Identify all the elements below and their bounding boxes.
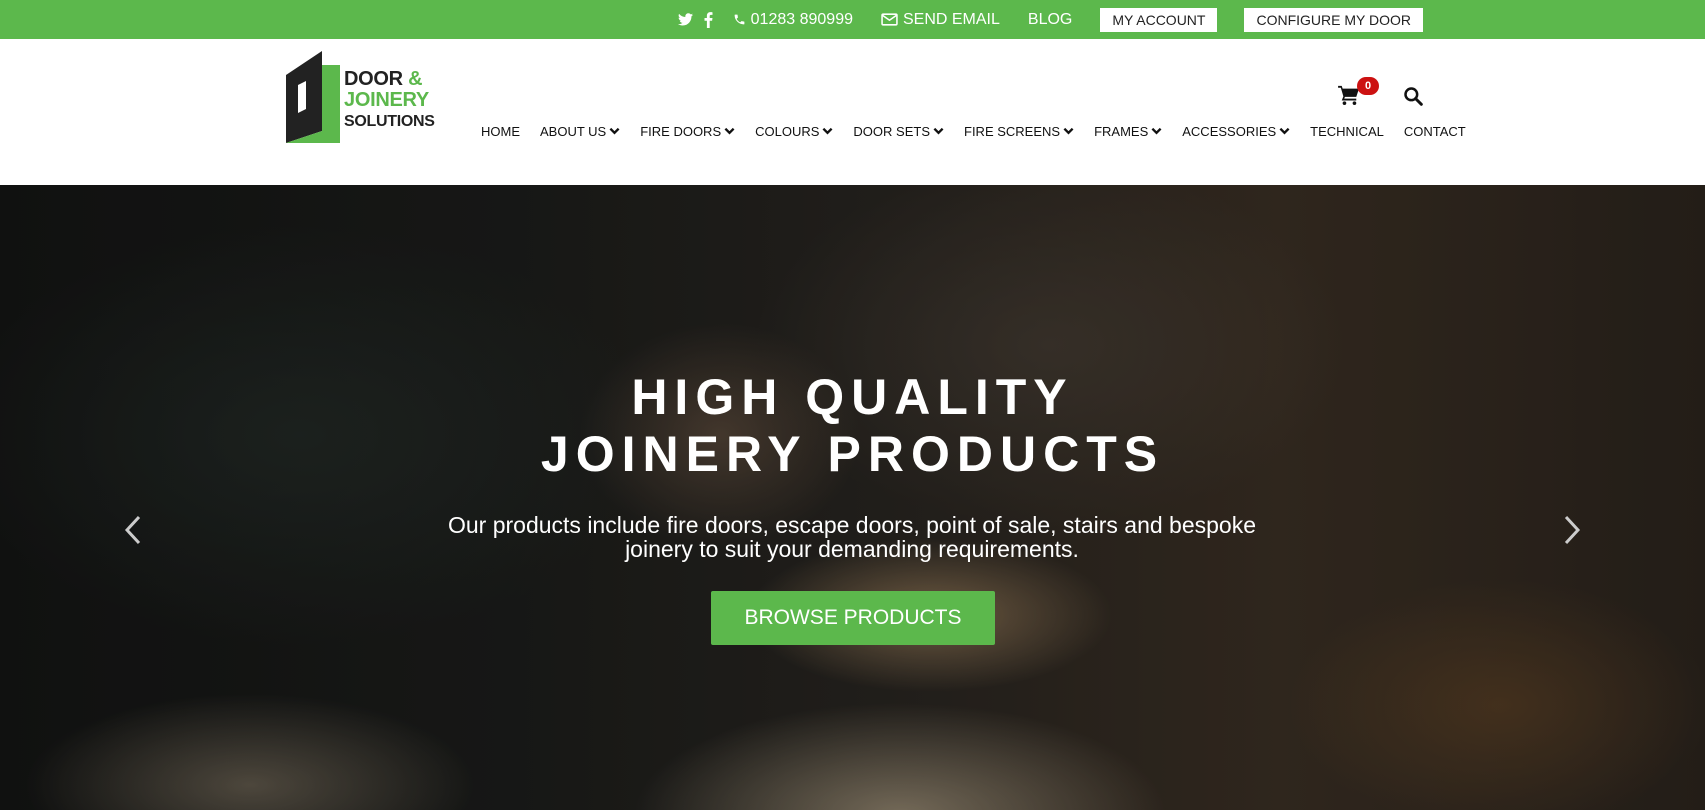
hero-background-image bbox=[0, 185, 1705, 810]
phone-link[interactable]: 01283 890999 bbox=[733, 11, 853, 29]
nav-item-about-us[interactable]: ABOUT US bbox=[540, 124, 620, 139]
nav-item-label: CONTACT bbox=[1403, 123, 1466, 139]
nav-item-label: HOME bbox=[481, 123, 520, 139]
configure-my-door-button[interactable]: CONFIGURE MY DOOR bbox=[1244, 7, 1423, 32]
chevron-down-icon bbox=[1276, 127, 1290, 135]
nav-item-colours[interactable]: COLOURS bbox=[755, 124, 833, 139]
facebook-icon[interactable] bbox=[704, 11, 713, 28]
hero-title-line2: JOINERY PRODUCTS bbox=[540, 426, 1165, 482]
search-button[interactable] bbox=[1403, 86, 1423, 106]
nav-item-fire-screens[interactable]: FIRE SCREENS bbox=[964, 124, 1074, 139]
logo-ampersand: & bbox=[408, 68, 423, 90]
send-email-label: SEND EMAIL bbox=[902, 10, 1000, 28]
nav-item-home[interactable]: HOME bbox=[481, 124, 520, 139]
logo-line3: SOLUTIONS bbox=[344, 113, 435, 130]
chevron-down-icon bbox=[1060, 127, 1074, 135]
hero-title: HIGH QUALITY JOINERY PRODUCTS bbox=[0, 369, 1705, 483]
slider-next-button[interactable] bbox=[1560, 513, 1584, 547]
chevron-down-icon bbox=[819, 127, 833, 135]
top-bar: 01283 890999 SEND EMAIL BLOG MY ACCOUNT … bbox=[0, 0, 1705, 39]
site-logo[interactable]: DOOR & JOINERY SOLUTIONS bbox=[284, 45, 446, 145]
browse-products-button[interactable]: BROWSE PRODUCTS bbox=[711, 591, 995, 645]
blog-label: BLOG bbox=[1027, 10, 1073, 28]
blog-link[interactable]: BLOG bbox=[1028, 11, 1072, 29]
hero-title-line1: HIGH QUALITY bbox=[631, 369, 1074, 425]
search-icon bbox=[1403, 86, 1423, 106]
twitter-icon[interactable] bbox=[677, 13, 693, 26]
logo-line2: JOINERY bbox=[344, 89, 429, 111]
cart-count-badge: 0 bbox=[1357, 77, 1379, 95]
nav-item-label: TECHNICAL bbox=[1310, 123, 1384, 139]
nav-item-door-sets[interactable]: DOOR SETS bbox=[853, 124, 944, 139]
chevron-down-icon bbox=[606, 127, 620, 135]
chevron-right-icon bbox=[1560, 513, 1584, 547]
main-nav: HOME ABOUT US FIRE DOORS COLOURS DOOR SETS FI… bbox=[481, 121, 1466, 141]
nav-item-contact[interactable]: CONTACT bbox=[1404, 124, 1466, 139]
slider-prev-button[interactable] bbox=[121, 513, 145, 547]
nav-item-accessories[interactable]: ACCESSORIES bbox=[1182, 124, 1290, 139]
chevron-down-icon bbox=[930, 127, 944, 135]
send-email-link[interactable]: SEND EMAIL bbox=[881, 11, 1000, 29]
nav-item-frames[interactable]: FRAMES bbox=[1094, 124, 1162, 139]
nav-item-label: FIRE DOORS bbox=[640, 123, 722, 139]
nav-item-label: DOOR SETS bbox=[853, 123, 930, 139]
my-account-button[interactable]: MY ACCOUNT bbox=[1100, 7, 1218, 32]
chevron-left-icon bbox=[121, 513, 145, 547]
chevron-down-icon bbox=[721, 127, 735, 135]
logo-text: DOOR & JOINERY SOLUTIONS bbox=[344, 69, 435, 132]
top-bar-links: 01283 890999 SEND EMAIL BLOG MY ACCOUNT … bbox=[677, 0, 1423, 39]
phone-number: 01283 890999 bbox=[750, 10, 853, 28]
nav-item-fire-doors[interactable]: FIRE DOORS bbox=[640, 124, 735, 139]
nav-item-technical[interactable]: TECHNICAL bbox=[1310, 124, 1384, 139]
chevron-down-icon bbox=[1148, 127, 1162, 135]
hero-slider: HIGH QUALITY JOINERY PRODUCTS Our produc… bbox=[0, 185, 1705, 810]
phone-icon bbox=[733, 13, 746, 26]
hero-subtitle: Our products include fire doors, escape … bbox=[402, 513, 1302, 561]
nav-item-label: FRAMES bbox=[1094, 123, 1149, 139]
hero-subtitle-line1: Our products include fire doors, escape … bbox=[447, 512, 1256, 538]
hero-subtitle-line2: joinery to suit your demanding requireme… bbox=[625, 536, 1079, 562]
social-links bbox=[677, 11, 713, 28]
site-header: DOOR & JOINERY SOLUTIONS 0 HOME ABOUT US F… bbox=[0, 39, 1705, 185]
nav-item-label: FIRE SCREENS bbox=[964, 123, 1061, 139]
nav-item-label: ACCESSORIES bbox=[1182, 123, 1277, 139]
nav-item-label: COLOURS bbox=[755, 123, 820, 139]
door-logo-icon bbox=[286, 51, 340, 143]
envelope-icon bbox=[881, 13, 898, 26]
logo-line1: DOOR bbox=[344, 68, 403, 90]
nav-item-label: ABOUT US bbox=[540, 123, 607, 139]
